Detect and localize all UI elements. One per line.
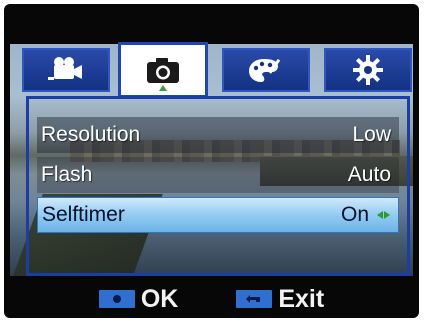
palette-icon — [249, 58, 281, 82]
exit-hint[interactable]: Exit — [236, 285, 324, 314]
ok-label: OK — [140, 284, 179, 313]
ok-hint[interactable]: OK — [98, 284, 179, 314]
camera-screen: Resolution Low Flash Auto Selftimer On O… — [4, 4, 419, 318]
tab-video[interactable] — [22, 48, 110, 92]
left-right-arrows-icon[interactable] — [377, 211, 390, 219]
menu-item-label: Resolution — [41, 123, 141, 146]
settings-gear-icon — [353, 55, 383, 85]
menu-item-flash[interactable]: Flash Auto — [37, 157, 399, 193]
tab-camera[interactable] — [118, 42, 208, 98]
selected-tab-indicator — [159, 85, 167, 91]
tab-effects[interactable] — [222, 48, 310, 92]
menu-item-value: Auto — [347, 163, 391, 186]
menu-item-value: On — [340, 203, 369, 226]
menu-item-label: Flash — [41, 163, 93, 186]
return-key-icon — [236, 290, 273, 308]
button-hint-bar: OK Exit — [4, 280, 419, 318]
menu-item-selftimer[interactable]: Selftimer On — [37, 197, 399, 233]
menu-tab-bar — [22, 42, 413, 98]
video-camera-icon — [48, 57, 82, 80]
ok-key-icon — [98, 290, 135, 308]
camera-icon — [147, 58, 179, 83]
menu-item-label: Selftimer — [42, 203, 125, 226]
menu-item-resolution[interactable]: Resolution Low — [37, 117, 399, 153]
exit-label: Exit — [278, 284, 325, 313]
settings-menu-panel: Resolution Low Flash Auto Selftimer On — [26, 96, 410, 276]
menu-item-value: Low — [352, 123, 391, 146]
tab-settings[interactable] — [324, 48, 412, 92]
